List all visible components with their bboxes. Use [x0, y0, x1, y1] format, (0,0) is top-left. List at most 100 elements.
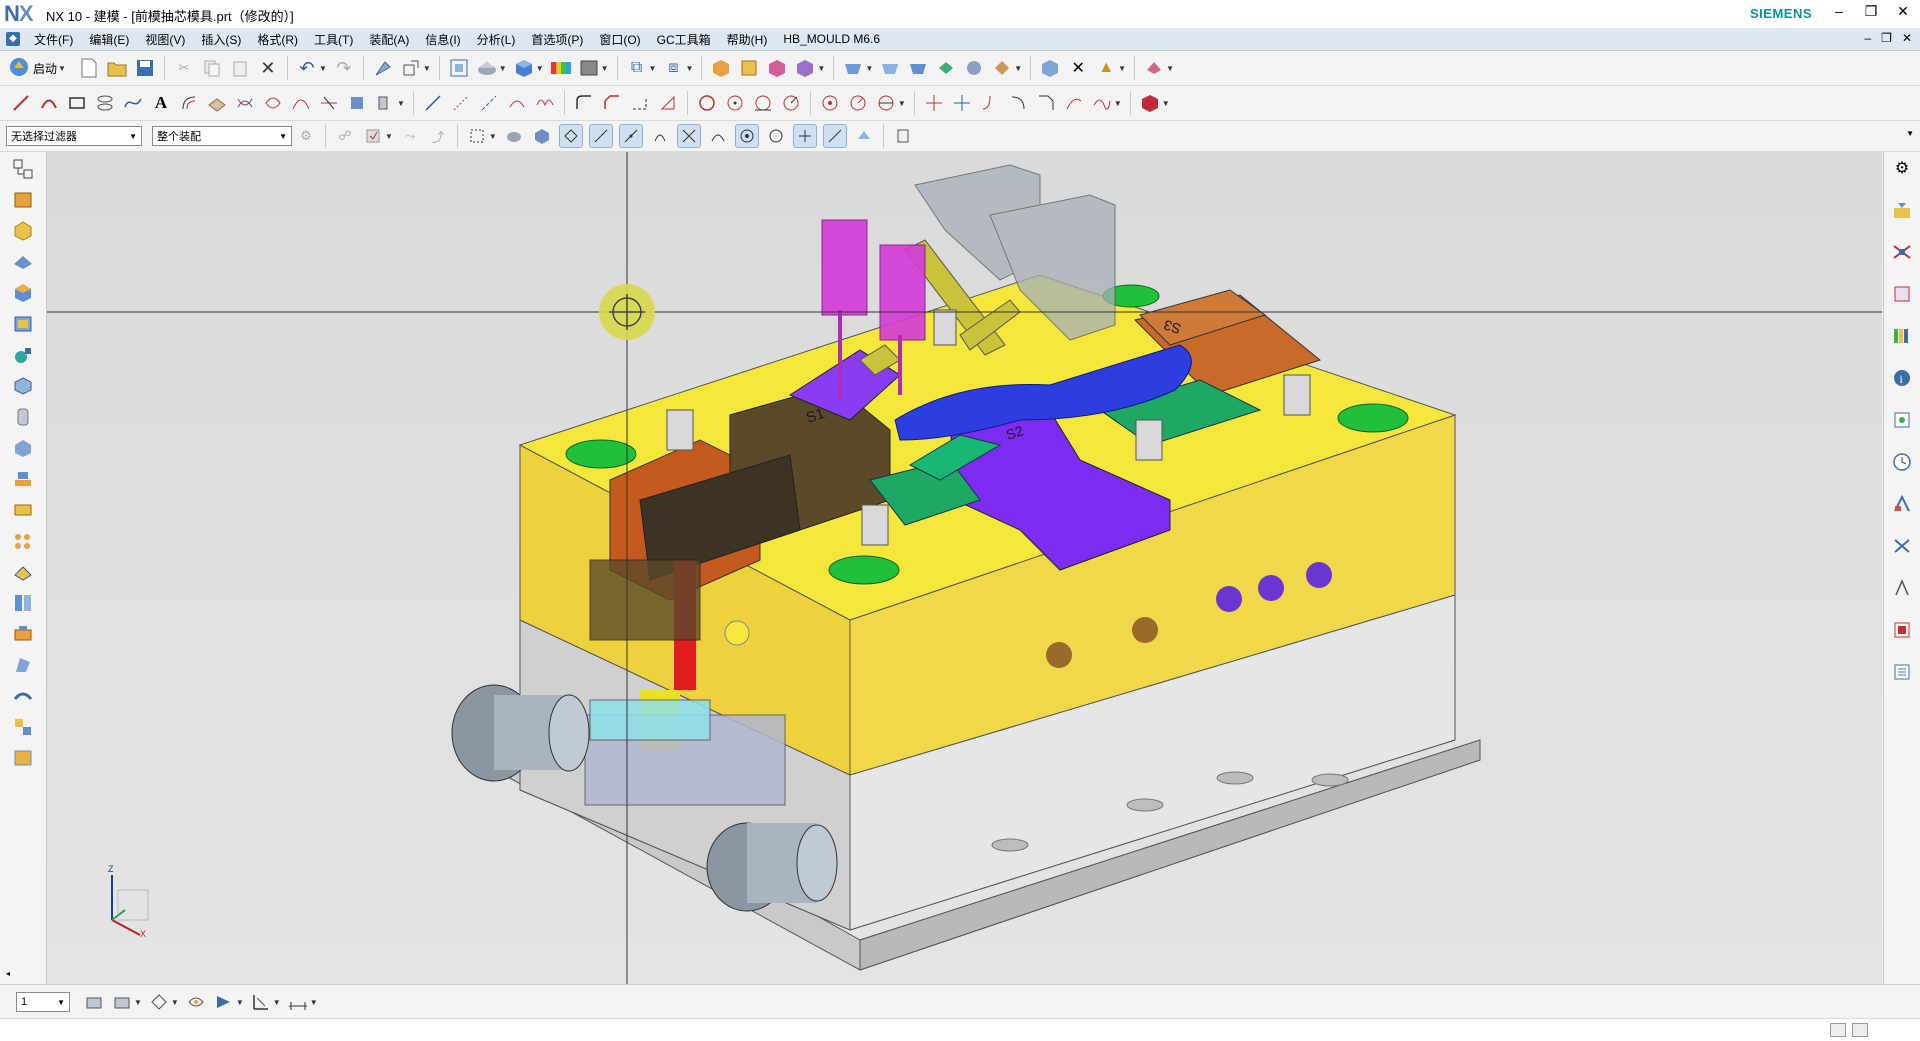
leftbar-expand-icon[interactable]: ◂	[6, 969, 10, 978]
cooling-icon[interactable]	[10, 684, 36, 708]
assembly-explode-icon[interactable]	[766, 57, 788, 79]
history-icon[interactable]	[10, 343, 36, 367]
snap-quadrant-icon[interactable]	[765, 125, 787, 147]
snap-existing-point-icon[interactable]	[792, 124, 817, 148]
right-tool-7-icon[interactable]	[1890, 534, 1914, 558]
menu-help[interactable]: 帮助(H)	[719, 31, 776, 48]
rainbow-icon[interactable]	[550, 57, 572, 79]
select-settings-icon[interactable]: ⚙	[295, 125, 317, 147]
circle-tangent-icon[interactable]	[752, 92, 774, 114]
mold-assembly-model[interactable]: S1 S2 S3 Z X	[47, 152, 1882, 984]
mold-tool-10-icon[interactable]	[1143, 57, 1165, 79]
app-menu-icon[interactable]: ◆	[6, 32, 20, 46]
save-icon[interactable]	[134, 57, 156, 79]
minimize-button[interactable]: –	[1830, 3, 1848, 20]
menu-edit[interactable]: 编辑(E)	[81, 31, 137, 48]
menu-file[interactable]: 文件(F)	[26, 31, 81, 48]
mold-tool-8-icon[interactable]: ✕	[1067, 57, 1089, 79]
doc-restore-button[interactable]: ❐	[1881, 31, 1892, 45]
extract-curve-icon[interactable]	[318, 92, 340, 114]
select-body-icon[interactable]: ⤳	[399, 125, 421, 147]
mold-tool-4-icon[interactable]	[935, 57, 957, 79]
make-corner-icon[interactable]	[979, 92, 1001, 114]
right-tool-9-icon[interactable]	[1890, 618, 1914, 642]
menu-tools[interactable]: 工具(T)	[306, 31, 361, 48]
fillet-curve-icon[interactable]	[573, 92, 595, 114]
menu-hb-mould[interactable]: HB_MOULD M6.6	[775, 32, 888, 46]
finish-sketch-icon[interactable]	[1139, 92, 1161, 114]
right-tool-8-icon[interactable]	[1890, 576, 1914, 600]
assembly-edit-icon[interactable]	[794, 57, 816, 79]
assembly-load-icon[interactable]	[710, 57, 732, 79]
part-navigator-icon[interactable]	[10, 157, 36, 181]
solid-filter-icon[interactable]	[503, 125, 525, 147]
process-studio-icon[interactable]	[10, 405, 36, 429]
sketch-fillet-icon[interactable]	[1007, 92, 1029, 114]
right-tool-2-icon[interactable]	[1890, 240, 1914, 264]
move-to-layer-icon[interactable]	[148, 991, 170, 1013]
constraint-navigator-icon[interactable]	[10, 219, 36, 243]
info-icon[interactable]: i	[1890, 366, 1914, 390]
isoparametric-curve-icon[interactable]	[262, 92, 284, 114]
measure-distance-icon[interactable]	[287, 991, 309, 1013]
doc-close-button[interactable]: ✕	[1902, 31, 1912, 45]
composite-curve-icon[interactable]	[374, 92, 396, 114]
chamfer-curve-icon[interactable]	[601, 92, 623, 114]
polygon-curve-icon[interactable]	[657, 92, 679, 114]
right-tool-6-icon[interactable]	[1890, 492, 1914, 516]
clip-section-icon[interactable]: ⧉	[626, 57, 648, 79]
palette-icon[interactable]	[10, 746, 36, 770]
right-tool-5-icon[interactable]	[1890, 408, 1914, 432]
bridge-curve-icon[interactable]	[290, 92, 312, 114]
sketch-pattern-icon[interactable]	[1091, 92, 1113, 114]
view-section-icon[interactable]: ⧈	[662, 57, 684, 79]
select-face-icon[interactable]: ⤴	[427, 125, 449, 147]
project-curve-icon[interactable]	[206, 92, 228, 114]
arc-icon[interactable]	[38, 92, 60, 114]
shaded-cube-icon[interactable]	[513, 57, 535, 79]
assembly-navigator-icon[interactable]	[10, 188, 36, 212]
settings-gear-icon[interactable]: ⚙	[1890, 156, 1914, 180]
reuse-library-icon[interactable]	[10, 250, 36, 274]
quick-trim-icon[interactable]	[923, 92, 945, 114]
restore-button[interactable]: ❐	[1862, 3, 1880, 20]
right-tool-3-icon[interactable]	[1890, 282, 1914, 306]
mold-wizard-icon[interactable]	[10, 436, 36, 460]
menu-insert[interactable]: 插入(S)	[193, 31, 249, 48]
right-tool-4-icon[interactable]	[1890, 324, 1914, 348]
snap-control-point-icon[interactable]	[649, 125, 671, 147]
standard-parts-icon[interactable]	[10, 529, 36, 553]
snap-arc-center-icon[interactable]	[707, 125, 729, 147]
snap-toggle-icon[interactable]	[892, 125, 914, 147]
slider-lifter-icon[interactable]	[10, 560, 36, 584]
intersection-curve-icon[interactable]	[234, 92, 256, 114]
menu-window[interactable]: 窗口(O)	[591, 31, 648, 48]
fit-view-icon[interactable]	[448, 57, 470, 79]
menu-preferences[interactable]: 首选项(P)	[523, 31, 591, 48]
delete-icon[interactable]: ✕	[257, 57, 279, 79]
mold-base-icon[interactable]	[10, 498, 36, 522]
rotation-point-icon[interactable]	[599, 284, 655, 340]
hd3d-tools-icon[interactable]	[10, 281, 36, 305]
snap-end-point-icon[interactable]	[588, 124, 613, 148]
copy-icon[interactable]	[201, 57, 223, 79]
mold-tool-7-icon[interactable]	[1039, 57, 1061, 79]
menu-format[interactable]: 格式(R)	[249, 31, 306, 48]
snap-intersection-icon[interactable]	[676, 124, 701, 148]
circle-three-point-icon[interactable]	[780, 92, 802, 114]
join-curve-icon[interactable]	[534, 92, 556, 114]
edit-object-display-icon[interactable]	[213, 991, 235, 1013]
roles-icon[interactable]	[10, 653, 36, 677]
rectangle-icon[interactable]	[66, 92, 88, 114]
circle-icon[interactable]	[696, 92, 718, 114]
move-object-icon[interactable]	[400, 57, 422, 79]
circle-center-icon[interactable]	[724, 92, 746, 114]
snap-mid-point-icon[interactable]	[618, 124, 643, 148]
menu-view[interactable]: 视图(V)	[137, 31, 193, 48]
assembly-constraints-icon[interactable]	[738, 57, 760, 79]
doc-minimize-button[interactable]: –	[1864, 31, 1871, 45]
clock-icon[interactable]	[1890, 450, 1914, 474]
mold-tool-5-icon[interactable]	[963, 57, 985, 79]
helix-icon[interactable]	[94, 92, 116, 114]
diameter-circle-icon[interactable]	[875, 92, 897, 114]
